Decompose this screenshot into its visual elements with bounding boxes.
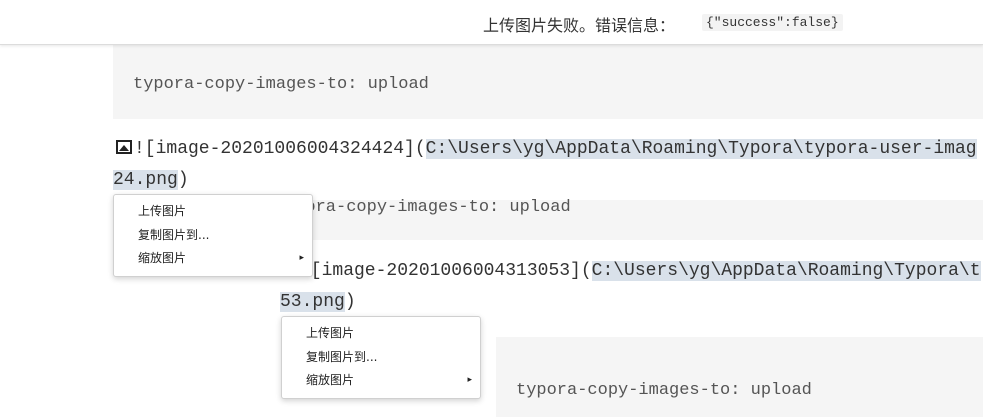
- image-context-menu: 上传图片 复制图片到... 缩放图片 ▸: [281, 316, 481, 399]
- menu-item-label: 复制图片到...: [138, 228, 210, 242]
- submenu-arrow-icon: ▸: [467, 375, 472, 385]
- image-markdown-line-wrap[interactable]: 24.png): [113, 170, 189, 190]
- image-context-menu: 上传图片 复制图片到... 缩放图片 ▸: [113, 194, 313, 277]
- code-block-text: typora-copy-images-to: upload: [133, 75, 429, 94]
- image-path: C:\Users\yg\AppData\Roaming\Typora\typor…: [425, 139, 977, 159]
- notification-message: 上传图片失败。错误信息：: [483, 16, 676, 35]
- image-alt-text: ![image-20201006004313053](: [300, 261, 592, 281]
- image-icon: [116, 140, 132, 154]
- code-block-text: ypora-copy-images-to: upload: [285, 198, 571, 217]
- image-path-tail: 53.png: [280, 292, 345, 312]
- image-path-tail: 24.png: [113, 170, 178, 190]
- menu-item-copy-image-to[interactable]: 复制图片到...: [306, 347, 466, 367]
- menu-item-label: 上传图片: [138, 204, 187, 218]
- menu-item-zoom-image[interactable]: 缩放图片 ▸: [138, 248, 304, 268]
- code-block[interactable]: typora-copy-images-to: upload: [113, 45, 983, 119]
- menu-item-zoom-image[interactable]: 缩放图片 ▸: [306, 370, 472, 390]
- image-markdown-line[interactable]: ![image-20201006004324424](C:\Users\yg\A…: [116, 139, 977, 159]
- image-alt-text: ![image-20201006004324424](: [134, 139, 426, 159]
- image-markdown-line-wrap[interactable]: 53.png): [280, 292, 356, 312]
- image-markdown-line[interactable]: ![image-20201006004313053](C:\Users\yg\A…: [284, 261, 981, 281]
- image-path: C:\Users\yg\AppData\Roaming\Typora\t: [591, 261, 981, 281]
- menu-item-label: 缩放图片: [306, 373, 355, 387]
- code-block[interactable]: typora-copy-images-to: upload: [496, 337, 983, 417]
- menu-item-upload-image[interactable]: 上传图片: [306, 323, 466, 343]
- menu-item-label: 上传图片: [306, 326, 355, 340]
- menu-item-upload-image[interactable]: 上传图片: [138, 201, 298, 221]
- notification-error-code: {"success":false}: [702, 14, 843, 31]
- image-close-paren: ): [177, 170, 189, 190]
- code-block-text: typora-copy-images-to: upload: [516, 381, 812, 400]
- submenu-arrow-icon: ▸: [299, 253, 304, 263]
- image-close-paren: ): [344, 292, 356, 312]
- menu-item-label: 缩放图片: [138, 251, 187, 265]
- upload-error-notification: 上传图片失败。错误信息： {"success":false}: [0, 0, 983, 45]
- menu-item-label: 复制图片到...: [306, 350, 378, 364]
- menu-item-copy-image-to[interactable]: 复制图片到...: [138, 225, 298, 245]
